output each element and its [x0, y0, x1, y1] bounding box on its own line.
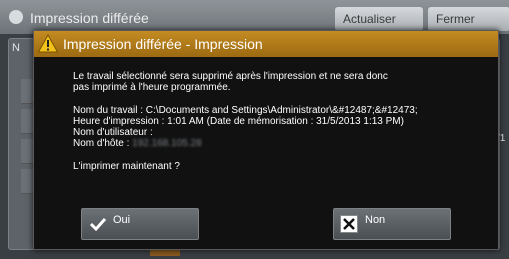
- background-title: Impression différée: [30, 10, 149, 26]
- message-line: pas imprimé à l'heure programmée.: [73, 82, 231, 94]
- message-line: Le travail sélectionné sera supprimé apr…: [73, 71, 388, 82]
- dialog-title: Impression différée - Impression: [63, 36, 263, 52]
- host-name-value: 192.168.105.28: [132, 138, 202, 150]
- question: L'imprimer maintenant ?: [73, 160, 180, 172]
- refresh-button[interactable]: Actualiser: [335, 7, 423, 31]
- dialog-header: Impression différée - Impression: [34, 31, 498, 57]
- no-label: Non: [365, 214, 386, 226]
- clock-icon: [9, 10, 23, 24]
- yes-label: Oui: [113, 214, 131, 226]
- background-title-bar: Impression différée Actualiser Fermer: [0, 0, 509, 34]
- no-button[interactable]: Non: [333, 208, 451, 240]
- job-name: Nom du travail : C:\Documents and Settin…: [73, 104, 418, 116]
- host-name-label: Nom d'hôte :: [73, 138, 130, 150]
- column-label: N: [12, 42, 20, 54]
- confirm-dialog: Impression différée - Impression Le trav…: [33, 30, 499, 250]
- close-button[interactable]: Fermer: [428, 7, 509, 31]
- host-name: Nom d'hôte : 192.168.105.28: [73, 138, 493, 149]
- yes-button[interactable]: Oui: [81, 208, 199, 240]
- dialog-message: Le travail sélectionné sera supprimé apr…: [73, 71, 493, 172]
- check-icon: [89, 217, 107, 232]
- close-x-icon: [340, 215, 358, 233]
- user-name: Nom d'utilisateur :: [73, 127, 153, 139]
- print-time: Heure d'impression : 1:01 AM (Date de mé…: [73, 115, 404, 127]
- warning-icon: [38, 34, 58, 53]
